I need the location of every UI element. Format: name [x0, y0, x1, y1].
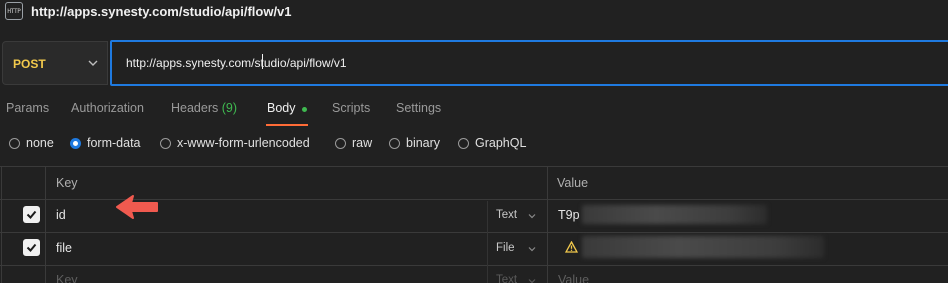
radio-circle-icon [160, 137, 171, 149]
row-enabled-checkbox[interactable] [23, 239, 40, 256]
row-enabled-checkbox[interactable] [23, 206, 40, 223]
radio-label: x-www-form-urlencoded [177, 136, 310, 150]
radio-label: GraphQL [475, 136, 527, 150]
request-tabs: Params Authorization Headers (9) Body Sc… [0, 96, 948, 126]
annotation-arrow-icon [116, 195, 158, 219]
radio-raw[interactable]: raw [335, 136, 372, 150]
column-header-key: Key [56, 176, 78, 190]
chevron-down-icon [88, 60, 98, 66]
body-indicator-dot [302, 107, 307, 112]
row-value-input[interactable]: T9p [558, 208, 580, 222]
url-input[interactable]: http://apps.synesty.com/studio/api/flow/… [110, 40, 948, 86]
row-key-input[interactable]: id [56, 208, 66, 222]
request-title: http://apps.synesty.com/studio/api/flow/… [31, 4, 292, 19]
http-request-icon: HTTP [5, 2, 23, 20]
checkmark-icon [26, 210, 37, 219]
headers-count-badge: (9) [221, 101, 238, 115]
tab-body[interactable]: Body [267, 101, 296, 115]
table-column-divider [45, 167, 46, 283]
radio-none[interactable]: none [9, 136, 54, 150]
tab-params[interactable]: Params [6, 101, 49, 115]
radio-circle-icon [335, 137, 346, 149]
tab-scripts[interactable]: Scripts [332, 101, 370, 115]
chevron-down-icon [528, 279, 536, 283]
radio-circle-icon [458, 137, 469, 149]
request-url-bar: POST http://apps.synesty.com/studio/api/… [0, 40, 948, 86]
redacted-file-value [582, 236, 824, 258]
method-dropdown[interactable]: POST [2, 41, 108, 85]
row-type-select[interactable]: Text [496, 209, 517, 221]
form-data-table [0, 166, 948, 283]
warning-icon [565, 241, 578, 253]
row-key-input[interactable]: file [56, 241, 72, 255]
text-cursor [262, 54, 263, 69]
chevron-down-icon [528, 247, 536, 252]
new-value-input[interactable]: Value [558, 273, 589, 283]
method-label: POST [13, 57, 46, 71]
new-row-type-select[interactable]: Text [496, 274, 517, 283]
tab-headers[interactable]: Headers (9) [171, 101, 237, 115]
table-border [1, 167, 2, 283]
table-column-divider [487, 201, 488, 283]
table-divider [0, 232, 948, 233]
tab-authorization[interactable]: Authorization [71, 101, 144, 115]
chevron-down-icon [528, 214, 536, 219]
radio-binary[interactable]: binary [389, 136, 440, 150]
checkmark-icon [26, 243, 37, 252]
radio-form-data[interactable]: form-data [70, 136, 141, 150]
radio-urlencoded[interactable]: x-www-form-urlencoded [160, 136, 310, 150]
radio-label: binary [406, 136, 441, 150]
window-titlebar: HTTP http://apps.synesty.com/studio/api/… [0, 0, 948, 24]
radio-circle-icon [389, 137, 400, 149]
radio-label: none [26, 136, 54, 150]
new-key-input[interactable]: Key [56, 273, 78, 283]
table-divider [0, 265, 948, 266]
radio-graphql[interactable]: GraphQL [458, 136, 526, 150]
radio-selected-icon [70, 137, 81, 149]
redacted-value [582, 205, 767, 224]
tab-headers-label: Headers [171, 101, 219, 115]
row-type-select[interactable]: File [496, 242, 515, 254]
tab-settings[interactable]: Settings [396, 101, 441, 115]
radio-label: raw [352, 136, 373, 150]
body-mode-selector: none form-data x-www-form-urlencoded raw… [0, 136, 948, 154]
table-column-divider [547, 167, 548, 283]
radio-circle-icon [9, 137, 20, 149]
active-tab-underline [266, 124, 308, 126]
radio-label: form-data [87, 136, 141, 150]
column-header-value: Value [557, 176, 589, 190]
